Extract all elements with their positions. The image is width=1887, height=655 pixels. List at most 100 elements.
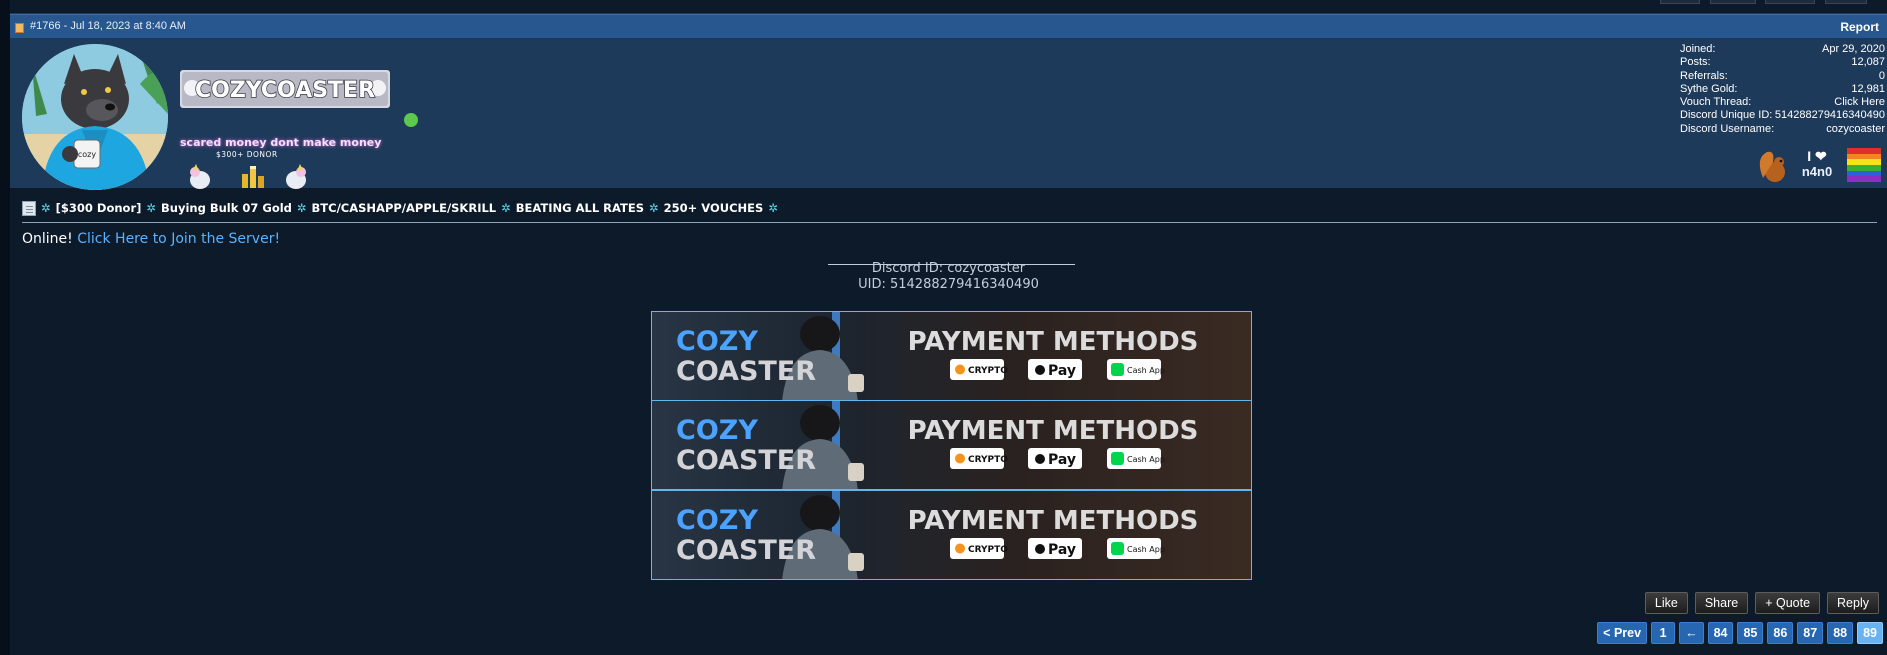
banner-brand-bottom: COASTER [676, 356, 816, 387]
banner-graphic: COZYCOASTER PAYMENT METHODS CRYPTO Pay Cash … [652, 401, 1251, 489]
user-title: scared money dont make money [180, 136, 382, 149]
post-meta[interactable]: #1766 - Jul 18, 2023 at 8:40 AM [30, 20, 186, 32]
star-icon: ✲ [146, 201, 157, 215]
ghost-button [1660, 0, 1700, 4]
unicorn-badge-icon[interactable] [282, 162, 310, 192]
banner-brand-top: COZY [676, 505, 758, 536]
quote-button[interactable]: + Quote [1755, 592, 1821, 614]
thread-title-part: BTC/CASHAPP/APPLE/SKRILL [311, 201, 497, 215]
thread-title[interactable]: ✲ [$300 Donor] ✲ Buying Bulk 07 Gold ✲ B… [22, 199, 778, 217]
avatar[interactable]: cozy [22, 44, 168, 190]
bitcoin-icon [955, 364, 965, 375]
prev-page-button[interactable]: < Prev [1597, 622, 1648, 644]
cashapp-label: Cash App [1127, 455, 1165, 464]
username-banner[interactable]: COZYCOASTER [180, 66, 390, 110]
cashapp-label: Cash App [1127, 545, 1165, 554]
avatar-mug-text: cozy [78, 150, 96, 159]
apple-icon [1035, 454, 1045, 464]
page-84-button[interactable]: 84 [1707, 622, 1734, 644]
username: COZYCOASTER [195, 78, 375, 103]
rainbow-flag-icon[interactable] [1847, 148, 1881, 182]
page-86-button[interactable]: 86 [1767, 622, 1794, 644]
page-85-button[interactable]: 85 [1737, 622, 1764, 644]
page-1-button[interactable]: 1 [1651, 622, 1676, 644]
banner-heading: PAYMENT METHODS [908, 506, 1199, 536]
star-icon: ✲ [649, 201, 659, 215]
banner-heading: PAYMENT METHODS [908, 327, 1199, 357]
gold-coins-icon[interactable] [240, 162, 268, 192]
report-link[interactable]: Report [1840, 20, 1879, 34]
squirrel-award-icon[interactable] [1755, 148, 1789, 184]
reply-button[interactable]: Reply [1827, 592, 1879, 614]
share-button[interactable]: Share [1694, 592, 1749, 614]
ghost-button [1825, 0, 1867, 4]
thread-title-part: [$300 Donor] [55, 201, 142, 215]
banner-graphic: COZYCOASTER PAYMENT METHODS CRYPTO Pay Cash … [652, 312, 1251, 400]
cashapp-icon [1111, 542, 1124, 555]
discord-info: Discord ID: cozycoaster UID: 51428827941… [10, 261, 1887, 293]
like-button[interactable]: Like [1644, 592, 1688, 614]
post-header: #1766 - Jul 18, 2023 at 8:40 AM Report [10, 14, 1887, 38]
star-icon: ✲ [41, 201, 51, 215]
post-actions: Like Share + Quote Reply [1644, 592, 1879, 614]
cashapp-icon [1111, 363, 1124, 376]
unicorn-badge-icon[interactable] [186, 162, 214, 192]
thread-title-part: Buying Bulk 07 Gold [161, 201, 292, 215]
crypto-label: CRYPTO [968, 366, 1008, 376]
stat-posts: Posts: 12,087 [1680, 56, 1885, 69]
heart-award[interactable]: I ❤ n4n0 [1797, 148, 1837, 184]
bitcoin-icon [955, 453, 965, 464]
page-88-button[interactable]: 88 [1827, 622, 1854, 644]
star-icon: ✲ [296, 201, 307, 215]
thread-title-part: 250+ VOUCHES [663, 201, 764, 215]
awards: I ❤ n4n0 [1755, 148, 1885, 184]
donor-line: $300+ DONOR [216, 150, 278, 159]
cashapp-label: Cash App [1127, 366, 1165, 375]
pagination: < Prev 1 ← 84 85 86 87 88 89 [1597, 622, 1883, 644]
star-icon: ✲ [501, 201, 511, 215]
page-frame: #1766 - Jul 18, 2023 at 8:40 AM Report c… [0, 0, 1887, 655]
stat-referrals: Referrals: 0 [1680, 69, 1885, 82]
banner-heading: PAYMENT METHODS [908, 416, 1199, 446]
vouch-thread-link[interactable]: Click Here [1834, 96, 1885, 109]
payment-methods-banner[interactable]: COZY COASTER PAYMENT METHODS CRYPTO Pay Cash … [651, 311, 1252, 401]
banner-graphic: COZYCOASTER PAYMENT METHODS CRYPTO Pay Cash … [652, 491, 1251, 579]
banner-brand-bottom: COASTER [676, 535, 816, 566]
online-line: Online! Click Here to Join the Server! [22, 231, 280, 247]
top-strip [10, 0, 1887, 14]
crypto-label: CRYPTO [968, 545, 1008, 555]
banner-brand-bottom: COASTER [676, 445, 816, 476]
payment-methods-banner[interactable]: COZY COASTER PAYMENT METHODS CRYPTO Pay Cash … [651, 400, 1252, 490]
apple-icon [1035, 365, 1045, 375]
document-icon [22, 200, 36, 216]
applepay-label: Pay [1048, 452, 1076, 468]
apple-icon [1035, 544, 1045, 554]
page-87-button[interactable]: 87 [1797, 622, 1824, 644]
post: #1766 - Jul 18, 2023 at 8:40 AM Report c… [10, 14, 1887, 655]
avatar-image: cozy [22, 44, 168, 190]
discord-id-line: Discord ID: cozycoaster [871, 261, 1026, 276]
stat-joined: Joined: Apr 29, 2020 [1680, 43, 1885, 55]
ghost-button [1765, 0, 1815, 4]
user-stats: Joined: Apr 29, 2020 Posts: 12,087 Referra… [1680, 43, 1885, 136]
stat-discord-id: Discord Unique ID: 514288279416340490 [1680, 109, 1885, 122]
banner-brand-top: COZY [676, 326, 758, 357]
post-icon [15, 23, 24, 33]
online-indicator [404, 113, 418, 127]
cashapp-icon [1111, 452, 1124, 465]
thread-title-part: BEATING ALL RATES [515, 201, 645, 215]
banner-brand-top: COZY [676, 415, 758, 446]
stat-vouch-thread: Vouch Thread: Click Here [1680, 96, 1885, 109]
bitcoin-icon [955, 543, 965, 554]
applepay-label: Pay [1048, 542, 1076, 558]
page-89-button[interactable]: 89 [1857, 622, 1883, 644]
payment-methods-banner[interactable]: COZY COASTER PAYMENT METHODS CRYPTO Pay Cash … [651, 490, 1252, 580]
user-profile: cozy COZYCOASTER scared money dont make … [10, 38, 1887, 190]
stat-sythe-gold: Sythe Gold: 12,981 [1680, 82, 1885, 95]
join-server-link[interactable]: Click Here to Join the Server! [77, 231, 280, 247]
ghost-button [1710, 0, 1756, 4]
page-jump-button[interactable]: ← [1679, 622, 1704, 644]
title-divider [22, 222, 1877, 223]
crypto-label: CRYPTO [968, 455, 1008, 465]
star-icon: ✲ [768, 201, 778, 215]
